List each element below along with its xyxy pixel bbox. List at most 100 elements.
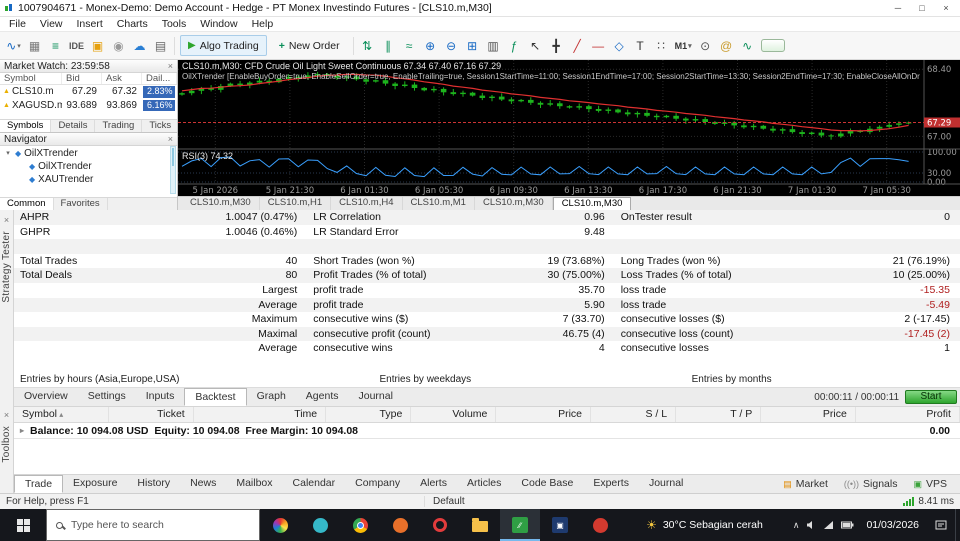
timeframe-button[interactable]: M1▾ bbox=[673, 36, 694, 56]
shapes-icon[interactable]: ◇ bbox=[610, 36, 629, 56]
objects-icon[interactable]: ∷ bbox=[652, 36, 671, 56]
print-icon[interactable]: ▤ bbox=[151, 36, 170, 56]
metaeditor-ide-button[interactable]: IDE bbox=[67, 36, 86, 56]
toolbox-tab-exposure[interactable]: Exposure bbox=[63, 475, 127, 493]
toolbox-close-icon[interactable]: × bbox=[4, 410, 9, 420]
new-chart-icon-dropdown[interactable]: ▾ bbox=[17, 42, 21, 50]
trendline-icon[interactable]: ╱ bbox=[568, 36, 587, 56]
data-window-icon[interactable]: ▥ bbox=[484, 36, 503, 56]
market-watch-row[interactable]: ▲CLS10.m67.2967.322.83% bbox=[0, 85, 177, 99]
navigator-item-xautrender[interactable]: ◆XAUTrender bbox=[0, 173, 177, 186]
market-button[interactable]: ▤Market bbox=[776, 478, 835, 490]
chart-tab-cls10-m-h4[interactable]: CLS10.m,H4 bbox=[331, 197, 402, 210]
toolbox-tab-history[interactable]: History bbox=[127, 475, 180, 493]
chart-shift-icon[interactable]: ∿ bbox=[738, 36, 757, 56]
zoom-in-icon[interactable]: ⊕ bbox=[421, 36, 440, 56]
chart-tab-cls10-m-m30[interactable]: CLS10.m,M30 bbox=[553, 197, 632, 210]
toolbox-tab-articles[interactable]: Articles bbox=[457, 475, 511, 493]
timeframe-button-dropdown[interactable]: ▾ bbox=[688, 42, 692, 50]
navigator-tab-favorites[interactable]: Favorites bbox=[54, 198, 108, 210]
toolbox-tab-calendar[interactable]: Calendar bbox=[283, 475, 346, 493]
pause-icon[interactable]: ∥ bbox=[379, 36, 398, 56]
hidden-icons-chevron[interactable]: ∧ bbox=[793, 520, 800, 531]
strategy-tester-close-icon[interactable]: × bbox=[4, 215, 9, 225]
tester-tab-agents[interactable]: Agents bbox=[296, 388, 349, 406]
taskbar-app-browser2[interactable] bbox=[580, 509, 620, 541]
menu-window[interactable]: Window bbox=[193, 18, 244, 30]
taskbar-app-metatrader[interactable]: ∕∕ bbox=[500, 509, 540, 541]
menu-file[interactable]: File bbox=[2, 18, 33, 30]
grid-icon[interactable]: ⊞ bbox=[463, 36, 482, 56]
chart-profiles-icon[interactable]: ▦ bbox=[25, 36, 44, 56]
trade-column-price[interactable]: Price bbox=[761, 407, 856, 422]
network-icon[interactable] bbox=[823, 520, 834, 530]
maximize-button[interactable]: □ bbox=[912, 3, 932, 13]
expand-icon[interactable]: ▸ bbox=[14, 426, 30, 435]
crosshair-icon[interactable]: ╋ bbox=[547, 36, 566, 56]
algo-trading-button[interactable]: ▶Algo Trading bbox=[180, 35, 267, 56]
toolbox-tab-experts[interactable]: Experts bbox=[583, 475, 639, 493]
market-watch-tab-ticks[interactable]: Ticks bbox=[142, 120, 179, 132]
taskbar-app-firefox[interactable] bbox=[380, 509, 420, 541]
minimize-button[interactable]: ─ bbox=[888, 3, 908, 13]
toolbox-tab-alerts[interactable]: Alerts bbox=[410, 475, 457, 493]
start-button[interactable] bbox=[0, 509, 46, 541]
taskbar-search-input[interactable]: Type here to search bbox=[46, 509, 260, 541]
menu-charts[interactable]: Charts bbox=[110, 18, 155, 30]
zigzag-icon[interactable]: ≈ bbox=[400, 36, 419, 56]
taskbar-app-editor[interactable]: ▣ bbox=[540, 509, 580, 541]
trade-column-s-l[interactable]: S / L bbox=[591, 407, 676, 422]
taskbar-app-opera[interactable] bbox=[420, 509, 460, 541]
record-icon[interactable]: ◉ bbox=[109, 36, 128, 56]
trade-column-price[interactable]: Price bbox=[496, 407, 591, 422]
market-watch-column-2[interactable]: Ask bbox=[102, 73, 142, 84]
chart-tab-cls10-m-h1[interactable]: CLS10.m,H1 bbox=[260, 197, 331, 210]
horizontal-line-icon[interactable]: ― bbox=[589, 36, 608, 56]
market-depth-icon[interactable]: ≡ bbox=[46, 36, 65, 56]
menu-help[interactable]: Help bbox=[245, 18, 281, 30]
taskbar-app-edge[interactable] bbox=[300, 509, 340, 541]
chart-tab-cls10-m-m1[interactable]: CLS10.m,M1 bbox=[403, 197, 475, 210]
toolbox-tab-code-base[interactable]: Code Base bbox=[511, 475, 583, 493]
data-folder-icon[interactable]: ▣ bbox=[88, 36, 107, 56]
new-order-button[interactable]: +New Order bbox=[271, 35, 348, 56]
taskbar-app-launcher[interactable] bbox=[260, 509, 300, 541]
zoom-out-icon[interactable]: ⊖ bbox=[442, 36, 461, 56]
volume-icon[interactable] bbox=[806, 520, 816, 530]
vps-button[interactable]: ▣VPS bbox=[906, 478, 954, 490]
toolbox-vertical-tab[interactable]: × Toolbox bbox=[1, 405, 12, 493]
taskbar-clock[interactable]: 01/03/2026 bbox=[858, 519, 927, 531]
navigator-tab-common[interactable]: Common bbox=[0, 198, 54, 210]
new-chart-icon[interactable]: ∿▾ bbox=[4, 36, 23, 56]
toolbox-tab-company[interactable]: Company bbox=[345, 475, 410, 493]
trade-column-time[interactable]: Time bbox=[194, 407, 326, 422]
taskbar-app-folder[interactable] bbox=[460, 509, 500, 541]
tester-tab-inputs[interactable]: Inputs bbox=[136, 388, 185, 406]
navigator-item-oilxtrender[interactable]: ◆OilXTrender bbox=[0, 160, 177, 173]
market-watch-column-3[interactable]: Dail... bbox=[142, 73, 177, 84]
menu-insert[interactable]: Insert bbox=[70, 18, 110, 30]
navigator-item-oilxtrender[interactable]: ▾◆OilXTrender bbox=[0, 147, 177, 160]
tester-tab-settings[interactable]: Settings bbox=[78, 388, 136, 406]
action-center-button[interactable] bbox=[927, 519, 955, 531]
start-button-tester[interactable]: Start bbox=[905, 390, 957, 404]
community-icon[interactable]: @ bbox=[717, 36, 736, 56]
chart-area[interactable]: 5 Jan 20265 Jan 21:306 Jan 01:306 Jan 05… bbox=[178, 60, 960, 196]
toolbox-tab-journal[interactable]: Journal bbox=[639, 475, 693, 493]
market-watch-tab-details[interactable]: Details bbox=[51, 120, 95, 132]
trade-column-profit[interactable]: Profit bbox=[856, 407, 960, 422]
toolbox-tab-news[interactable]: News bbox=[180, 475, 226, 493]
market-watch-tab-symbols[interactable]: Symbols bbox=[0, 120, 51, 132]
taskbar-weather-widget[interactable]: ☀ 30°C Sebagian cerah bbox=[636, 518, 773, 532]
battery-icon[interactable] bbox=[841, 521, 854, 529]
strategy-tester-vertical-tab[interactable]: × Strategy Tester bbox=[1, 210, 12, 405]
navigator-scrollbar[interactable] bbox=[170, 146, 176, 194]
tester-tab-backtest[interactable]: Backtest bbox=[184, 388, 246, 406]
balance-row[interactable]: ▸Balance: 10 094.08 USD Equity: 10 094.0… bbox=[14, 423, 960, 439]
market-watch-tab-trading[interactable]: Trading bbox=[95, 120, 142, 132]
menu-view[interactable]: View bbox=[33, 18, 70, 30]
market-watch-column-1[interactable]: Bid bbox=[62, 73, 102, 84]
market-watch-row[interactable]: ▲XAGUSD.m93.68993.8696.16% bbox=[0, 99, 177, 113]
cloud-icon[interactable]: ☁ bbox=[130, 36, 149, 56]
chart-tab-cls10-m-m30[interactable]: CLS10.m,M30 bbox=[182, 197, 260, 210]
